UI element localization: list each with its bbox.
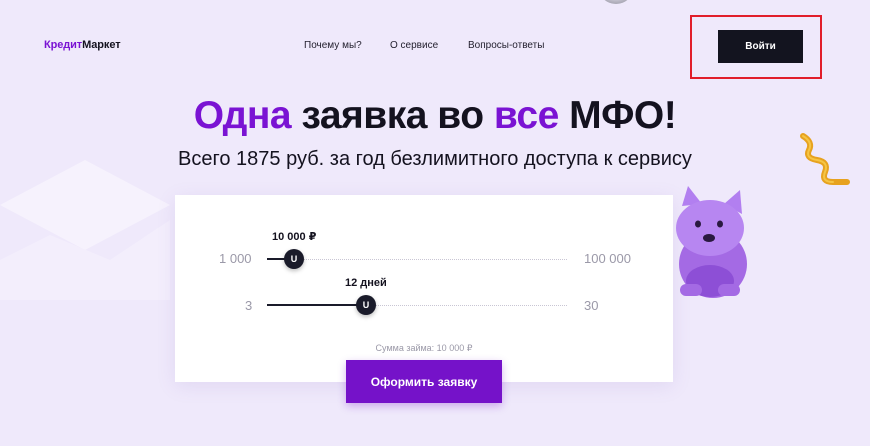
decorative-ball	[598, 0, 634, 4]
logo-part-1: Кредит	[44, 39, 83, 51]
amount-min-label: 1 000	[219, 251, 252, 266]
logo[interactable]: КредитМаркет	[44, 39, 121, 51]
amount-slider-track[interactable]	[267, 259, 567, 261]
hero-title-text-1: заявка во	[291, 94, 494, 137]
mascot-cat-illustration	[676, 186, 747, 298]
term-slider-thumb[interactable]: U	[356, 295, 376, 315]
hero-subtitle: Всего 1875 руб. за год безлимитного дост…	[178, 148, 692, 170]
logo-part-2: Маркет	[82, 39, 121, 51]
submit-application-button[interactable]: Оформить заявку	[346, 360, 502, 403]
loan-calculator-card: 1 000 100 000 10 000 ₽ U 3 30 12 дней U …	[175, 195, 673, 382]
amount-value-label: 10 000 ₽	[272, 231, 317, 243]
hero-title: Одна заявка во все МФО!	[0, 94, 870, 138]
term-slider-fill	[267, 304, 366, 306]
hero-title-accent-2: все	[493, 94, 559, 137]
term-max-label: 30	[584, 298, 599, 313]
background-decoration	[0, 160, 170, 300]
ribbon-decoration	[800, 133, 850, 185]
nav-link-why-us[interactable]: Почему мы?	[304, 40, 362, 51]
term-value-label: 12 дней	[345, 277, 387, 289]
amount-max-label: 100 000	[584, 251, 631, 266]
nav-link-faq[interactable]: Вопросы-ответы	[468, 40, 544, 51]
term-min-label: 3	[245, 298, 253, 313]
loan-sum-text: Сумма займа: 10 000 ₽	[375, 343, 473, 353]
login-button[interactable]: Войти	[718, 30, 803, 63]
hero-title-text-2: МФО!	[558, 94, 677, 137]
amount-slider-thumb[interactable]: U	[284, 249, 304, 269]
nav-link-about[interactable]: О сервисе	[390, 40, 438, 51]
hero-title-accent-1: Одна	[193, 94, 292, 137]
